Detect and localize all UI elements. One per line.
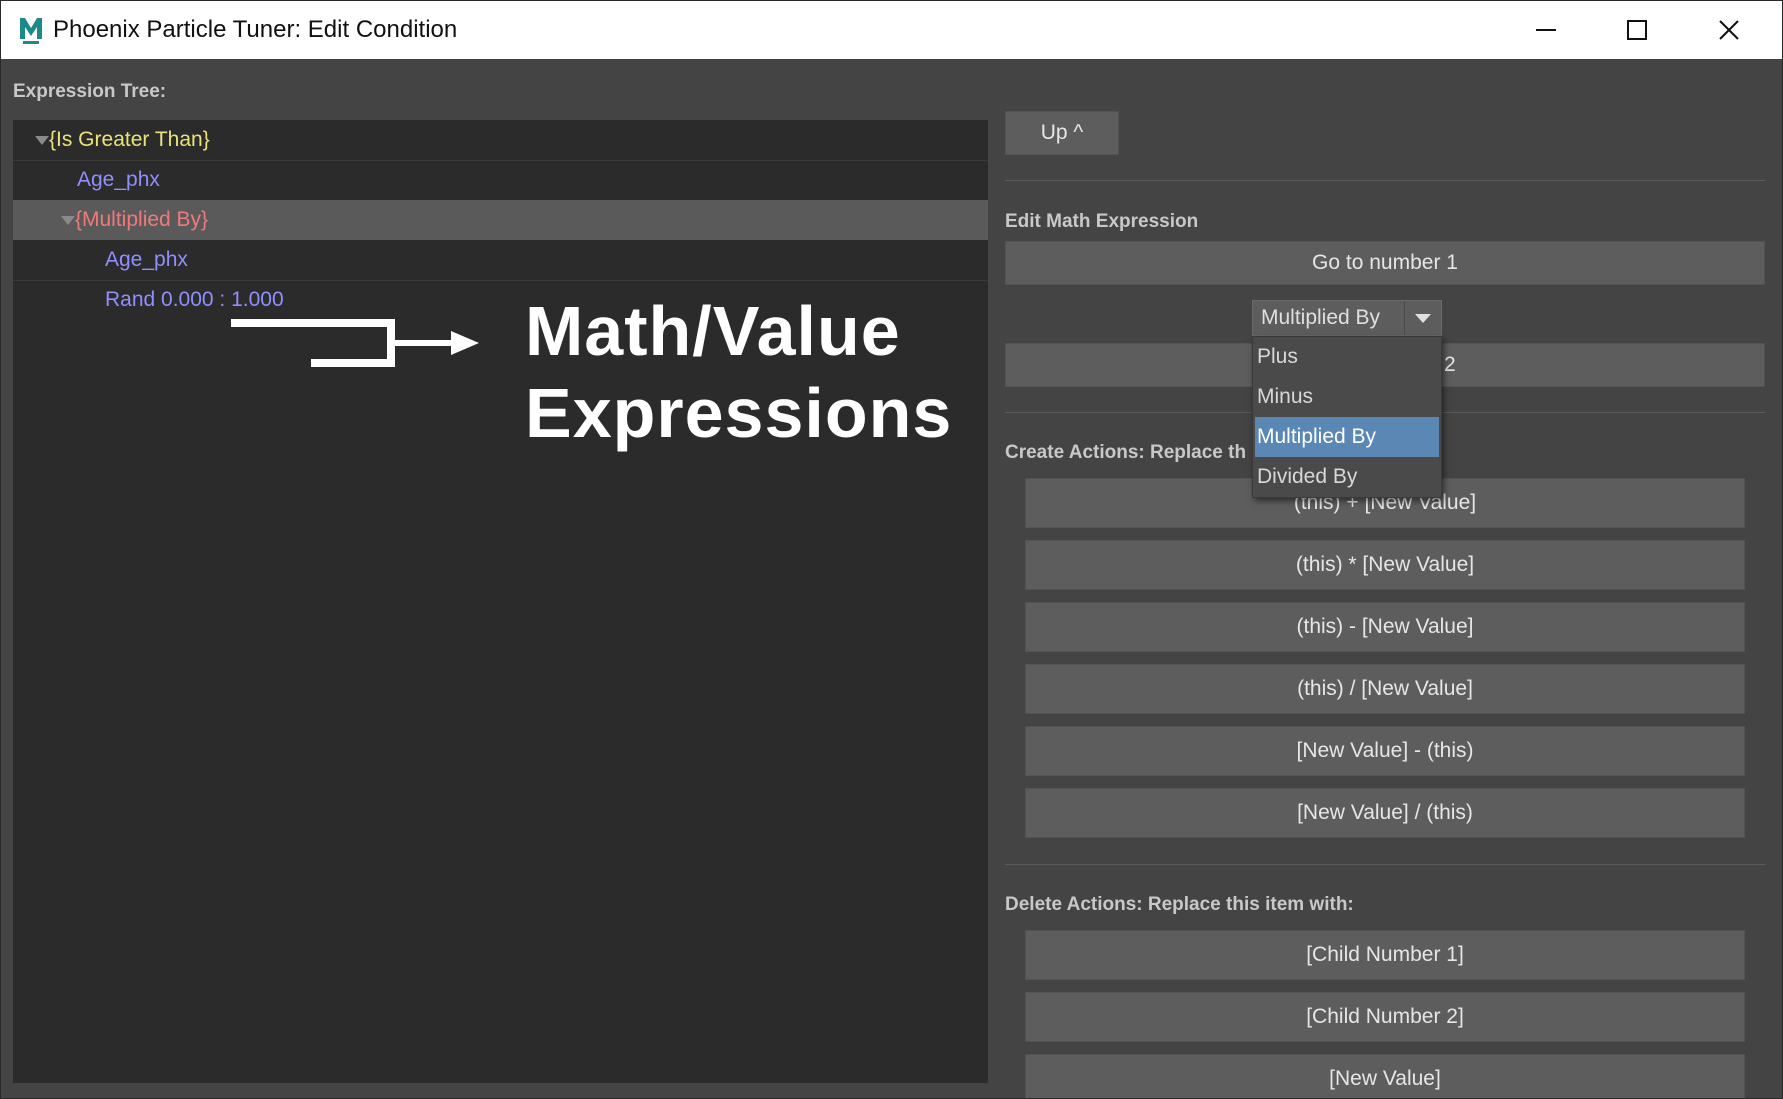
operator-option-multiplied-by[interactable]: Multiplied By [1255,417,1439,457]
tree-node-label: {Is Greater Than} [49,128,210,151]
maya-logo-icon [17,15,45,45]
create-minus-button[interactable]: (this) - [New Value] [1025,602,1745,652]
expression-tree-label: Expression Tree: [13,81,167,102]
button-label: 2 [1444,353,1456,376]
tree-node-age-phx-child[interactable]: Age_phx [13,240,988,281]
chevron-down-icon[interactable] [1404,301,1441,335]
annotation-bracket-arrow [231,319,479,367]
tree-node-label: Rand 0.000 : 1.000 [105,288,284,311]
window-title: Phoenix Particle Tuner: Edit Condition [53,16,458,43]
create-reverse-minus-button[interactable]: [New Value] - (this) [1025,726,1745,776]
expand-arrow-icon[interactable] [35,136,49,145]
divider [1005,180,1765,181]
title-bar: Phoenix Particle Tuner: Edit Condition [1,1,1782,59]
tree-node-is-greater-than[interactable]: {Is Greater Than} [13,120,988,161]
delete-child-2-button[interactable]: [Child Number 2] [1025,992,1745,1042]
go-to-number-1-button[interactable]: Go to number 1 [1005,241,1765,285]
operator-selected-value: Multiplied By [1261,306,1381,329]
annotation-line-1: Math/Value [525,292,901,370]
operator-option-divided-by[interactable]: Divided By [1255,457,1439,497]
maximize-button[interactable] [1592,1,1682,59]
operator-option-minus[interactable]: Minus [1255,377,1439,417]
expression-tree[interactable]: {Is Greater Than} Age_phx {Multiplied By… [13,120,988,1083]
minimize-icon [1536,29,1556,31]
operator-dropdown-list: Plus Minus Multiplied By Divided By [1252,336,1442,498]
close-button[interactable] [1684,1,1774,59]
expand-arrow-icon[interactable] [61,216,75,225]
divider [1005,864,1765,865]
create-multiply-button[interactable]: (this) * [New Value] [1025,540,1745,590]
create-actions-label: Create Actions: Replace th [1005,442,1247,463]
tree-node-label: Age_phx [77,168,160,191]
edit-math-expression-label: Edit Math Expression [1005,211,1199,232]
up-button[interactable]: Up ^ [1005,111,1119,155]
main-window: Phoenix Particle Tuner: Edit Condition E… [0,0,1783,1099]
annotation-line-2: Expressions [525,374,953,452]
tree-node-age-phx[interactable]: Age_phx [13,160,988,200]
operator-select[interactable]: Multiplied By [1252,300,1442,336]
dialog-content: Expression Tree: {Is Greater Than} Age_p… [1,59,1782,1098]
operator-option-plus[interactable]: Plus [1255,337,1439,377]
tree-node-label: {Multiplied By} [75,208,209,231]
delete-child-1-button[interactable]: [Child Number 1] [1025,930,1745,980]
maximize-icon [1627,20,1647,40]
tree-node-label: Age_phx [105,248,188,271]
create-divide-button[interactable]: (this) / [New Value] [1025,664,1745,714]
delete-new-value-button[interactable]: [New Value] [1025,1054,1745,1098]
create-reverse-divide-button[interactable]: [New Value] / (this) [1025,788,1745,838]
tree-node-multiplied-by[interactable]: {Multiplied By} [13,200,988,240]
close-icon [1719,20,1739,40]
delete-actions-label: Delete Actions: Replace this item with: [1005,894,1354,915]
annotation-text: Math/Value Expressions [525,290,952,454]
minimize-button[interactable] [1501,1,1591,59]
